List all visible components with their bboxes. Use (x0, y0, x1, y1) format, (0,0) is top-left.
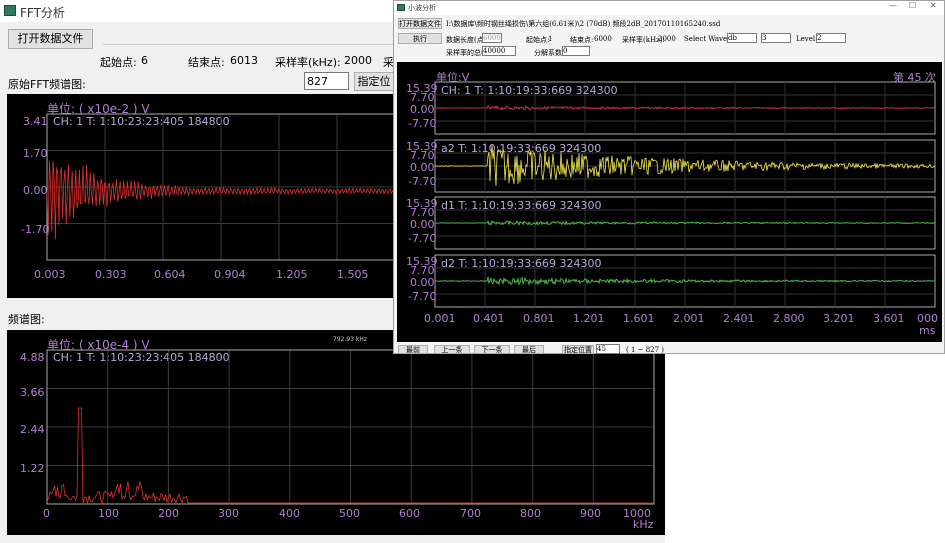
d2-ytick: -7.70 (408, 290, 437, 303)
d1-ytick: -7.70 (408, 232, 437, 245)
locate-field[interactable]: 45 (596, 344, 620, 354)
app-icon (4, 5, 16, 16)
plot2-xtick: 200 (158, 507, 179, 520)
locate-button[interactable]: 指定位置 (562, 345, 594, 354)
plot2-xtick: 800 (520, 507, 541, 520)
plot2-xtick: 500 (339, 507, 360, 520)
minimize-icon[interactable]: — (889, 1, 897, 10)
subplot-a2-label: a2 T: 1:10:19:33:669 324300 (441, 142, 602, 155)
wavelet-xtick: 3.201 (823, 312, 855, 325)
ch-ytick: -7.70 (408, 117, 437, 130)
wavelet-window: 小波分析 — ☐ ✕ 打开数据文件 I:\数据库\频时钢丝绳损伤\第六组(6.6… (393, 0, 945, 354)
maximize-icon[interactable]: ☐ (909, 1, 916, 10)
level-label: Level: (796, 35, 818, 43)
d2-ytick: 0.00 (410, 276, 435, 289)
wavelet-xtick: 3.601 (873, 312, 905, 325)
position-input[interactable]: 827 (304, 72, 349, 90)
file-path: I:\数据库\频时钢丝绳损伤\第六组(6.61米)\2 (70dB) 频段2dB… (446, 20, 721, 28)
plot1-xtick: 1.205 (276, 268, 308, 281)
wavelet-order-select[interactable]: 3 (761, 33, 791, 43)
subplot-ch-label: CH: 1 T: 1:10:19:33:669 324300 (441, 84, 618, 97)
wavelet-xtick: 2.001 (673, 312, 705, 325)
plot2-ytick: 4.88 (20, 351, 45, 364)
divider (103, 44, 393, 45)
plot2-xunit: kHz (633, 518, 654, 531)
app-icon (397, 4, 405, 11)
plot2-xtick: 0 (43, 507, 50, 520)
plot2-canvas (46, 349, 655, 505)
wavelet-xtick: 0.401 (473, 312, 505, 325)
plot1-ytick: 3.41 (23, 115, 48, 128)
plot2-ytick: 3.66 (20, 386, 45, 399)
start-label: 起始点: (100, 56, 137, 69)
start-value: 6 (141, 54, 148, 67)
wavelet-xtick: 2.800 (773, 312, 805, 325)
plot2-xtick: 400 (279, 507, 300, 520)
wavelet-titlebar: 小波分析 — ☐ ✕ (394, 1, 944, 15)
plot1-ytick: 0.00 (23, 184, 48, 197)
d1-ytick: 0.00 (410, 218, 435, 231)
plot1-ytick: 1.70 (23, 147, 48, 160)
plot2-xtick: 700 (460, 507, 481, 520)
wavelet-xtick: 1.201 (573, 312, 605, 325)
rate-value: 2000 (658, 35, 676, 43)
wavelet-xtick: 1.601 (623, 312, 655, 325)
next-button[interactable]: 下一条 (474, 345, 510, 354)
last-button[interactable]: 最后 (514, 345, 544, 354)
level-select[interactable]: 2 (816, 33, 846, 43)
end-label: 结束点: (188, 56, 225, 69)
end-value: 6000 (594, 35, 612, 43)
plot1-xtick: 0.003 (34, 268, 66, 281)
ch-ytick: 0.00 (410, 103, 435, 116)
start-label: 起始点: (526, 36, 550, 44)
wavelet-xtick: 2.401 (723, 312, 755, 325)
wavelet-xtick: 0.801 (523, 312, 555, 325)
end-label: 结束点: (570, 36, 594, 44)
locate-button[interactable]: 指定位 (354, 72, 394, 91)
first-button[interactable]: 最前 (398, 345, 428, 354)
plot1-xtick: 0.604 (154, 268, 186, 281)
a2-ytick: -7.70 (408, 175, 437, 188)
plot2-xtick: 100 (98, 507, 119, 520)
range-label: ( 1 ~ 827 ) (626, 346, 665, 354)
length-field[interactable]: 6000 (482, 33, 502, 43)
plot2-xtick: 600 (399, 507, 420, 520)
run-button[interactable]: 执行 (398, 33, 442, 44)
a2-ytick: 0.00 (410, 161, 435, 174)
orig-fft-label: 原始FFT频谱图: (8, 78, 86, 91)
subplot-d2-label: d2 T: 1:10:19:33:669 324300 (441, 257, 602, 270)
open-file-button[interactable]: 打开数据文件 (398, 18, 442, 29)
window-title: 小波分析 (408, 4, 436, 12)
plot1-xtick: 0.904 (214, 268, 246, 281)
wavelet-xtick: 0.001 (424, 312, 456, 325)
total-field[interactable]: 40000 (482, 46, 516, 56)
end-value: 6013 (230, 54, 258, 67)
original-fft-plot: 单位: ( x10e-2 ) V CH: 1 T: 1:10:23:23:405… (7, 94, 395, 298)
prev-button[interactable]: 上一条 (434, 345, 470, 354)
plot2-xtick: 900 (580, 507, 601, 520)
spectrum-plot: 单位: ( x10e-4 ) V CH: 1 T: 1:10:23:23:405… (7, 330, 665, 535)
plot1-ytick: -1.70 (21, 223, 50, 236)
plot2-xtick: 300 (218, 507, 239, 520)
start-value: 1 (548, 35, 553, 43)
rate-label: 采样率(kHz): (275, 56, 341, 69)
subplot-d1-label: d1 T: 1:10:19:33:669 324300 (441, 199, 602, 212)
window-title: FFT分析 (20, 6, 65, 20)
rate-value: 2000 (344, 54, 372, 67)
open-file-button[interactable]: 打开数据文件 (8, 29, 93, 49)
close-icon[interactable]: ✕ (930, 1, 937, 10)
plot2-ytick: 1.22 (20, 462, 45, 475)
plot1-xtick: 0.303 (95, 268, 127, 281)
wavelet-plot: 单位:V 第 45 次 CH: 1 T: 1:10:19:33:669 3243… (397, 62, 942, 342)
decomp-label: 分解系数: (534, 49, 565, 57)
wavelet-xunit: ms (919, 324, 936, 337)
plot1-xtick: 1.505 (337, 268, 369, 281)
decomp-field[interactable]: 0 (562, 46, 590, 56)
spectrum-label: 频谱图: (8, 313, 45, 326)
plot2-ytick: 2.44 (20, 423, 45, 436)
wavelet-select[interactable]: db (727, 33, 757, 43)
